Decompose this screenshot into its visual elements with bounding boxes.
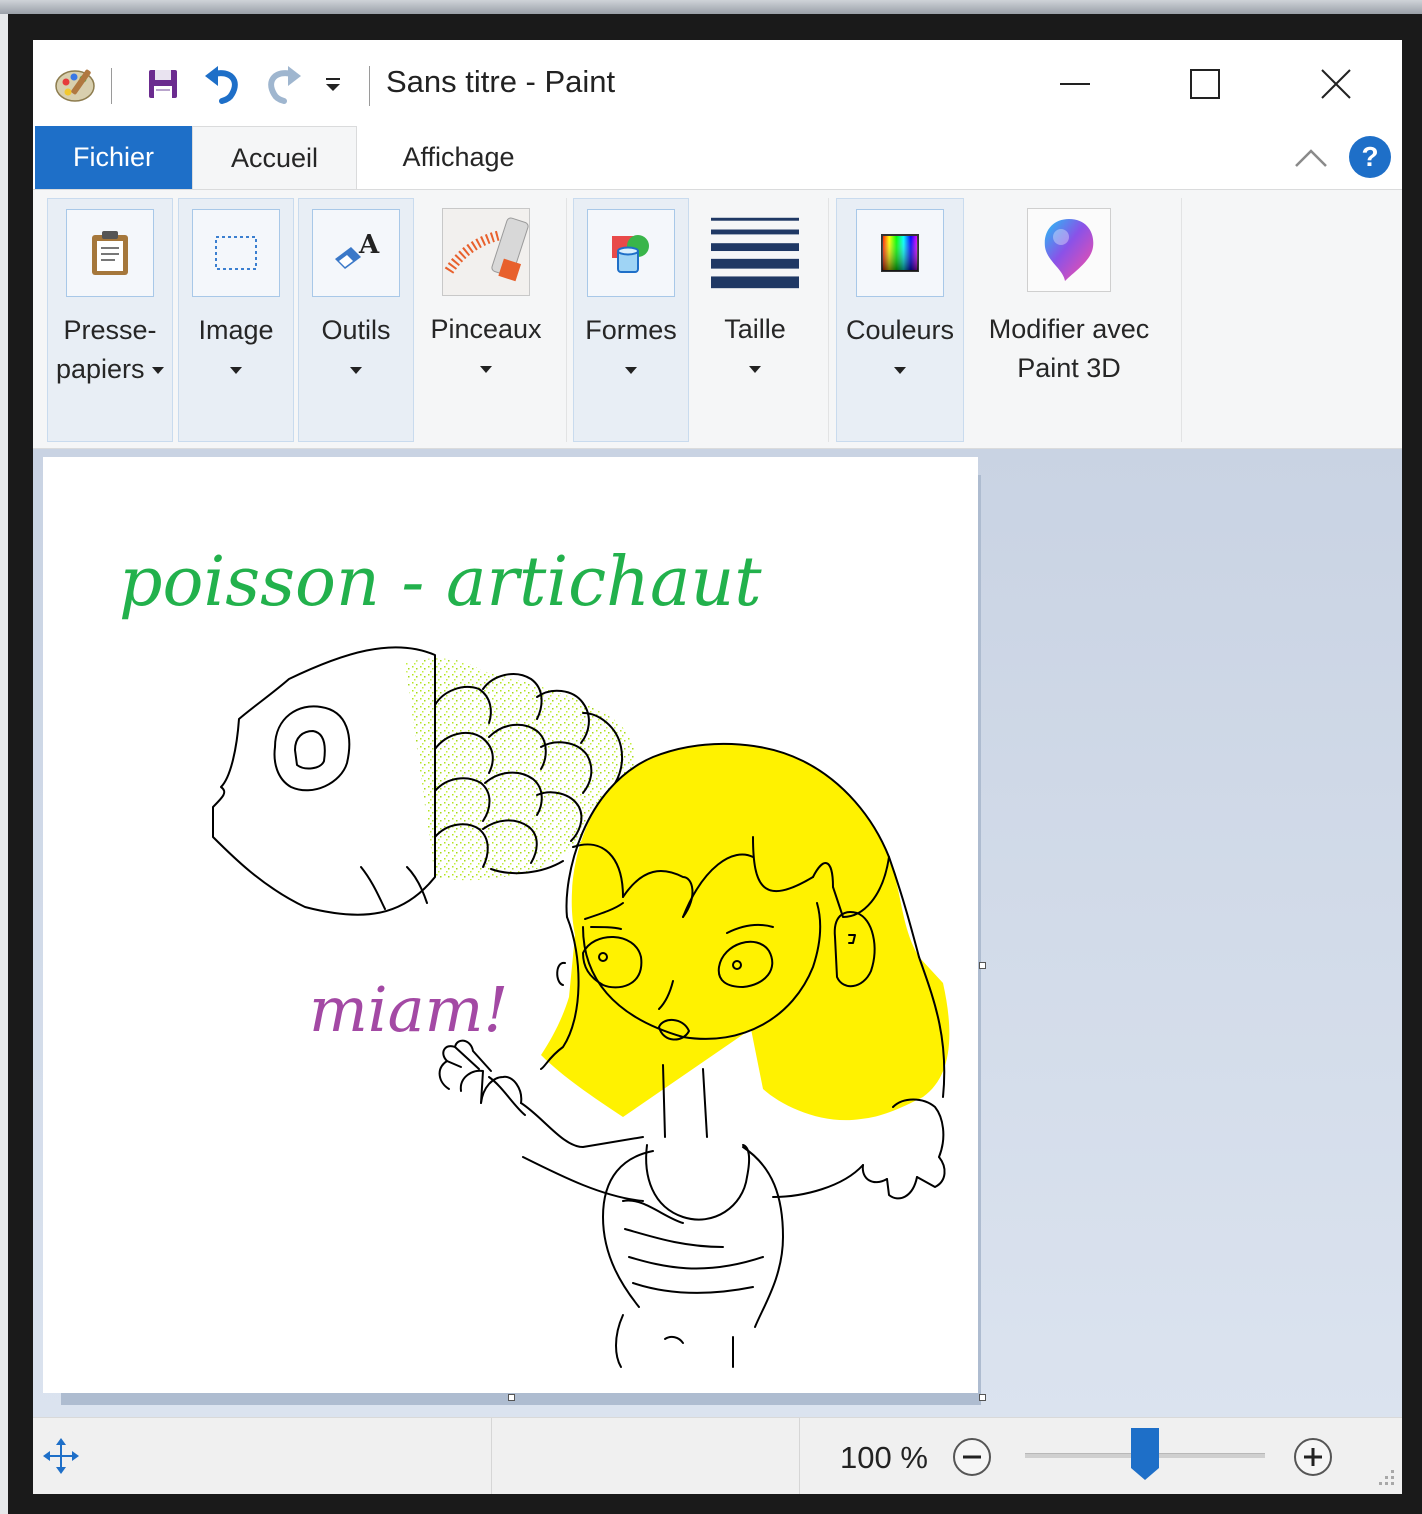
- group-separator: [566, 198, 567, 442]
- window-title: Sans titre - Paint: [386, 64, 616, 99]
- resize-handle-bottom[interactable]: [508, 1394, 515, 1401]
- paint3d-group[interactable]: Modifier avec Paint 3D: [971, 198, 1167, 442]
- shapes-icon: [587, 209, 675, 297]
- shapes-label: Formes: [585, 315, 677, 345]
- fish-drawing: [212, 646, 436, 916]
- zoom-out-icon: [953, 1438, 991, 1476]
- clipboard-group[interactable]: Presse- papiers: [47, 198, 173, 442]
- tools-group[interactable]: A Outils: [298, 198, 414, 442]
- separator: [111, 68, 112, 104]
- paint-window: Sans titre - Paint Fichier Accueil Affic…: [33, 40, 1402, 1494]
- image-label: Image: [198, 315, 274, 345]
- line-size-icon: [711, 208, 799, 296]
- group-separator: [828, 198, 829, 442]
- desktop-background-left: [0, 14, 8, 1514]
- tab-view[interactable]: Affichage: [371, 126, 546, 189]
- resize-handle-right[interactable]: [979, 962, 986, 969]
- status-bar: 100 %: [33, 1417, 1402, 1494]
- select-icon: [192, 209, 280, 297]
- status-separator: [799, 1418, 800, 1494]
- tab-home[interactable]: Accueil: [192, 126, 357, 189]
- shapes-group[interactable]: Formes: [573, 198, 689, 442]
- size-dropdown-icon: [749, 366, 761, 374]
- tools-label: Outils: [321, 315, 391, 345]
- close-icon: [1321, 69, 1351, 99]
- canvas-text-top: poisson - artichaut: [119, 543, 762, 622]
- help-button[interactable]: ?: [1349, 136, 1391, 178]
- zoom-level: 100 %: [840, 1440, 928, 1475]
- colors-group[interactable]: Couleurs: [836, 198, 964, 442]
- shapes-dropdown-icon: [625, 367, 637, 375]
- drawing-canvas[interactable]: poisson - artichaut miam!: [43, 457, 978, 1393]
- brush-icon: [442, 208, 530, 296]
- clipboard-label-line2: papiers: [55, 354, 145, 384]
- help-icon: ?: [1361, 141, 1379, 172]
- colors-dropdown-icon: [894, 367, 906, 375]
- zoom-in-button[interactable]: [1293, 1437, 1333, 1477]
- colors-label: Couleurs: [845, 315, 955, 345]
- canvas-text-mid: miam!: [309, 973, 508, 1046]
- brushes-dropdown-icon: [480, 366, 492, 374]
- redo-icon[interactable]: [261, 62, 307, 106]
- separator: [369, 66, 370, 106]
- clipboard-icon: [66, 209, 154, 297]
- clipboard-dropdown-icon: [152, 367, 165, 375]
- brushes-label: Pinceaux: [430, 314, 542, 344]
- group-separator: [1181, 198, 1182, 442]
- drawing: poisson - artichaut miam!: [119, 543, 950, 1368]
- size-group[interactable]: Taille: [697, 198, 813, 442]
- ribbon: Presse- papiers Image A Outils Pinceaux …: [33, 189, 1402, 449]
- tools-dropdown-icon: [350, 367, 362, 375]
- status-separator: [491, 1418, 492, 1494]
- tools-icon: A: [312, 209, 400, 297]
- undo-icon[interactable]: [199, 62, 245, 106]
- size-label: Taille: [724, 314, 786, 344]
- close-button[interactable]: [1301, 58, 1371, 110]
- svg-text:A: A: [358, 230, 380, 260]
- desktop-background: [0, 0, 1422, 14]
- paint3d-label-line1: Modifier avec: [988, 314, 1150, 344]
- brushes-group[interactable]: Pinceaux: [423, 198, 549, 442]
- collapse-ribbon-button[interactable]: [1291, 140, 1331, 176]
- clipboard-label-line1: Presse-: [63, 315, 157, 345]
- minimize-button[interactable]: [1040, 58, 1110, 110]
- save-icon[interactable]: [141, 62, 185, 106]
- maximize-icon: [1190, 69, 1220, 99]
- title-bar: Sans titre - Paint: [33, 40, 1402, 126]
- customize-dropdown-icon[interactable]: [319, 62, 347, 106]
- canvas-area: poisson - artichaut miam!: [33, 449, 1402, 1417]
- zoom-out-button[interactable]: [952, 1437, 992, 1477]
- resize-handle-corner[interactable]: [979, 1394, 986, 1401]
- paint-app-icon[interactable]: [51, 62, 103, 106]
- ribbon-tabs: Fichier Accueil Affichage ?: [33, 126, 1402, 189]
- image-dropdown-icon: [230, 367, 242, 375]
- minimize-icon: [1060, 83, 1090, 85]
- move-cursor-icon: [41, 1436, 81, 1476]
- tab-file[interactable]: Fichier: [35, 126, 192, 189]
- zoom-in-icon: [1294, 1438, 1332, 1476]
- chevron-up-icon: [1295, 149, 1327, 167]
- maximize-button[interactable]: [1170, 58, 1240, 110]
- paint3d-icon: [1027, 208, 1111, 292]
- color-palette-icon: [856, 209, 944, 297]
- zoom-slider-thumb[interactable]: [1131, 1428, 1159, 1480]
- resize-grip-icon[interactable]: [1377, 1468, 1397, 1488]
- paint3d-label-line2: Paint 3D: [1017, 353, 1121, 383]
- image-group[interactable]: Image: [178, 198, 294, 442]
